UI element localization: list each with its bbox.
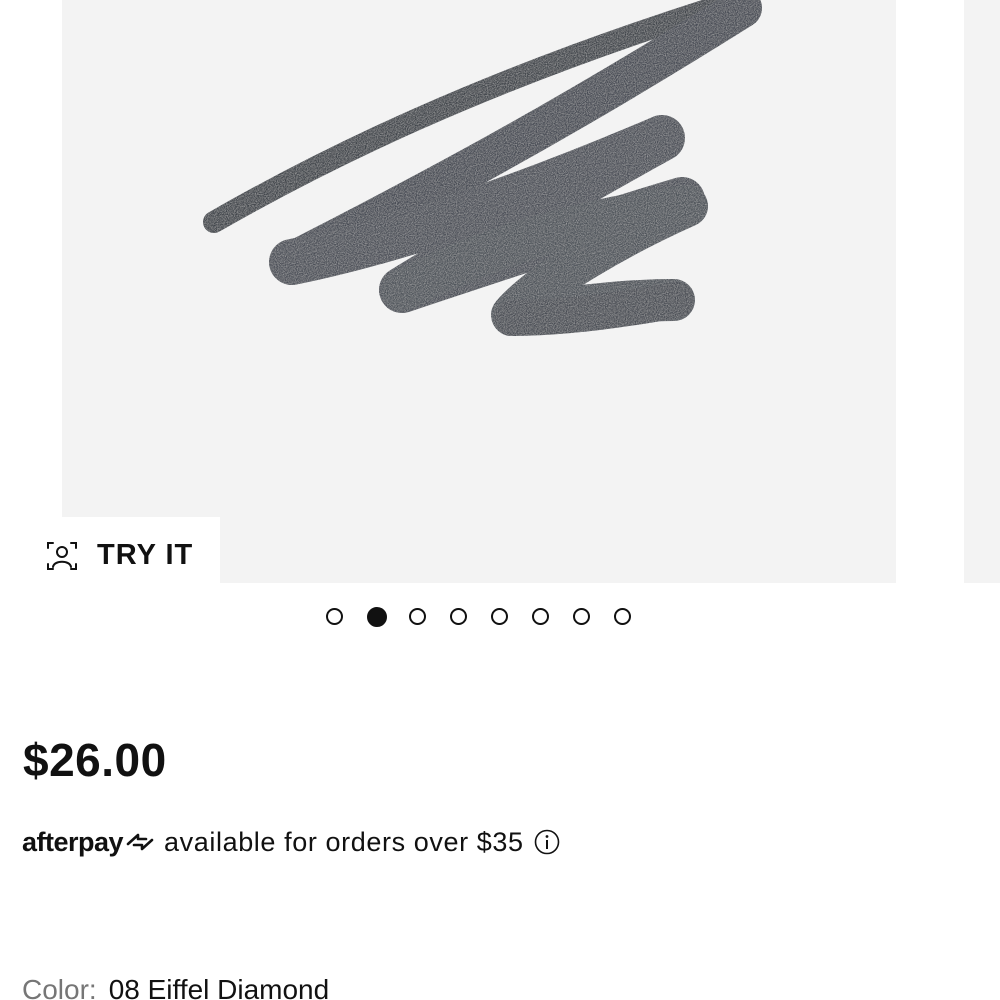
virtual-try-on-icon — [47, 542, 77, 570]
pagination-dot[interactable] — [573, 608, 590, 625]
try-it-button[interactable]: TRY IT — [30, 517, 220, 583]
color-label: Color: — [22, 974, 97, 1000]
info-icon[interactable] — [534, 829, 560, 855]
pagination-dot-active[interactable] — [367, 607, 387, 627]
afterpay-text: available for orders over $35 — [164, 826, 524, 857]
afterpay-message: afterpay available for orders over $35 — [22, 824, 560, 860]
afterpay-arrows-icon — [126, 833, 154, 851]
pagination-dot[interactable] — [409, 608, 426, 625]
gallery-pagination — [326, 606, 655, 628]
pagination-dot[interactable] — [491, 608, 508, 625]
pagination-dot[interactable] — [326, 608, 343, 625]
eyeliner-swatch-scribble — [203, 0, 762, 336]
pagination-dot[interactable] — [532, 608, 549, 625]
try-it-label: TRY IT — [97, 539, 194, 571]
color-value: 08 Eiffel Diamond — [108, 974, 330, 1000]
product-page: TRY IT $26.00 afterpay available for ord… — [0, 0, 1000, 1000]
next-gallery-image-peek[interactable] — [964, 0, 1000, 583]
pagination-dot[interactable] — [614, 608, 631, 625]
pagination-dot[interactable] — [450, 608, 467, 625]
color-selection: Color: 08 Eiffel Diamond — [22, 972, 329, 1000]
product-price: $26.00 — [23, 734, 167, 786]
product-swatch-image[interactable] — [62, 0, 896, 583]
afterpay-logo: afterpay — [22, 826, 124, 857]
